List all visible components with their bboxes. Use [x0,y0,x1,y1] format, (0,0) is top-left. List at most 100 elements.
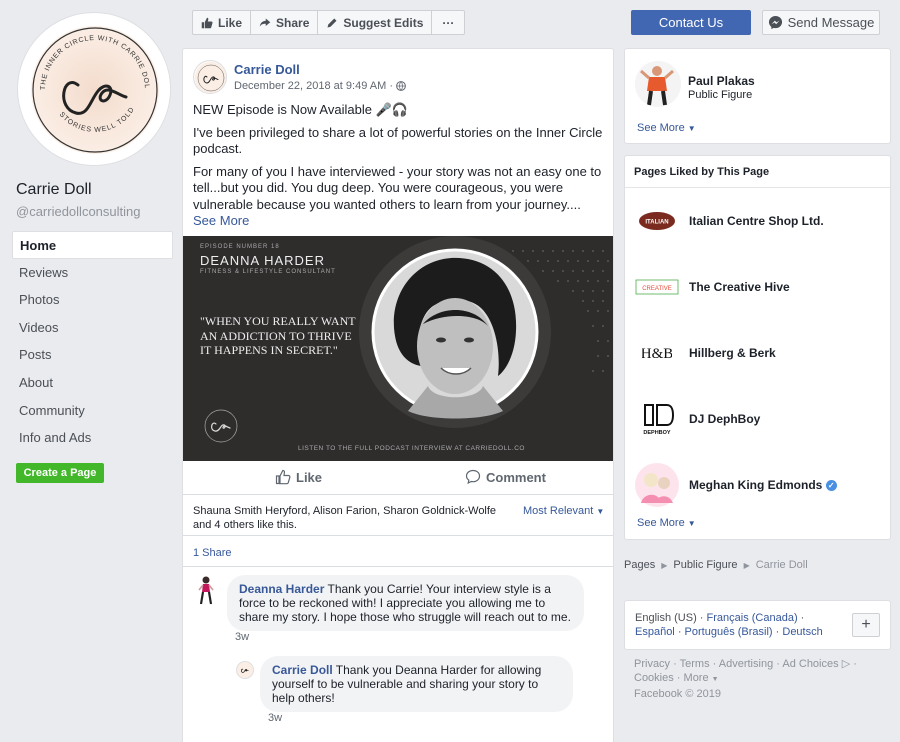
post-comment-button[interactable]: Comment [465,469,546,485]
nav-item-photos[interactable]: Photos [12,286,173,314]
reply-author-avatar[interactable] [236,661,254,679]
guest-quote: "WHEN YOU REALLY WANT AN ADDICTION TO TH… [200,314,356,357]
language-option[interactable]: Français (Canada) [707,612,798,624]
footer-link[interactable]: Privacy [634,658,670,670]
post-image[interactable]: EPISODE NUMBER 18 DEANNA HARDER FITNESS … [183,236,613,461]
breadcrumb-pages[interactable]: Pages [624,559,655,571]
page-name[interactable]: Carrie Doll [16,181,92,199]
liked-page-item[interactable]: Meghan King Edmonds ✓ [635,460,885,510]
liked-page-name: Hillberg & Berk [689,346,776,360]
post-see-more-link[interactable]: See More [193,213,249,228]
page-action-bar: Like Share Suggest Edits ··· [192,10,466,35]
ad-choices-icon: ▷ [841,658,851,670]
post-paragraph: NEW Episode is Now Available 🎤🎧 [193,102,408,117]
post-share-count[interactable]: 1 Share [193,547,232,559]
nav-item-info-and-ads[interactable]: Info and Ads [12,424,173,452]
language-selector-card: English (US) · Français (Canada) · Españ… [624,600,891,650]
see-more-label: See More [637,517,685,529]
see-more-label: See More [637,122,685,134]
more-options-button[interactable]: ··· [432,11,464,34]
reply-timestamp[interactable]: 3w [268,712,282,724]
liked-page-name: Meghan King Edmonds ✓ [689,478,837,492]
footer-link[interactable]: Cookies [634,672,674,684]
footer-link[interactable]: Terms [680,658,710,670]
breadcrumb-public-figure[interactable]: Public Figure [673,559,737,571]
nav-item-about[interactable]: About [12,369,173,397]
more-dots-icon: ··· [442,15,455,30]
comment-author[interactable]: Deanna Harder [239,582,324,596]
globe-icon [396,81,406,91]
commenter-avatar[interactable] [195,575,217,605]
listen-caption: LISTEN TO THE FULL PODCAST INTERVIEW AT … [298,445,525,452]
nav-item-home[interactable]: Home [12,231,173,259]
inner-circle-logo: THE INNER CIRCLE WITH CARRIE DOLL STORIE… [18,13,170,165]
comment-bubble: Deanna Harder Thank you Carrie! Your int… [227,575,584,631]
post-author-name[interactable]: Carrie Doll [234,62,300,77]
pages-liked-title: Pages Liked by This Page [634,166,770,178]
liked-page-item[interactable]: ITALIAN Italian Centre Shop Ltd. [635,196,885,246]
comment-bubble-icon [465,469,481,485]
nav-item-community[interactable]: Community [12,397,173,425]
featured-page-avatar[interactable] [635,61,681,107]
share-page-button[interactable]: Share [251,11,319,34]
language-list: English (US) · Français (Canada) · Españ… [635,612,823,638]
liked-see-more-link[interactable]: See More ▼ [637,517,696,529]
language-option[interactable]: Deutsch [782,626,822,638]
svg-text:DEPHBOY: DEPHBOY [643,430,671,436]
create-page-button[interactable]: Create a Page [16,463,104,483]
post-likers-summary[interactable]: Shauna Smith Heryford, Alison Farion, Sh… [193,504,513,532]
person-photo [635,61,681,107]
divider [183,494,613,495]
italian-centre-logo: ITALIAN [635,199,679,243]
post-paragraph: I've been privileged to share a lot of p… [193,124,603,157]
language-current: English (US) [635,612,697,624]
svg-text:H&B: H&B [642,346,672,362]
dj-dephboy-logo: DEPHBOY [635,397,679,441]
liked-page-item[interactable]: CREATIVE The Creative Hive [635,262,885,312]
episode-number: EPISODE NUMBER 18 [200,244,280,250]
liked-page-item[interactable]: H&B Hillberg & Berk [635,328,885,378]
reply-author[interactable]: Carrie Doll [272,663,333,677]
footer-link[interactable]: Advertising [719,658,773,670]
page-profile-picture[interactable]: THE INNER CIRCLE WITH CARRIE DOLL STORIE… [17,12,171,166]
creative-hive-logo: CREATIVE [635,265,679,309]
breadcrumb-separator-icon: ▶ [661,560,668,570]
page-handle: @carriedollconsulting [16,204,141,219]
suggest-edits-button[interactable]: Suggest Edits [318,11,433,34]
post-timestamp[interactable]: December 22, 2018 at 9:49 AM · [234,80,406,92]
meghan-king-avatar [635,463,679,507]
language-option[interactable]: Português (Brasil) [685,626,773,638]
post-paragraph: For many of you I have interviewed - you… [193,163,602,212]
inner-circle-logo-small [195,62,226,93]
post-author-avatar[interactable] [193,60,227,94]
send-message-button[interactable]: Send Message [762,10,880,35]
footer-copyright: Facebook © 2019 [634,688,721,700]
verified-badge-icon: ✓ [825,480,837,492]
guest-title: FITNESS & LIFESTYLE CONSULTANT [200,269,336,275]
comment-timestamp[interactable]: 3w [235,631,249,643]
comment-sort-dropdown[interactable]: Most Relevant ▼ [523,505,604,517]
language-option[interactable]: Español [635,626,675,638]
featured-see-more-link[interactable]: See More ▼ [637,122,696,134]
post-body: NEW Episode is Now Available 🎤🎧 I've bee… [193,102,605,230]
messenger-icon [768,15,782,30]
inner-circle-logo-tiny [241,668,249,673]
featured-page-category: Public Figure [688,89,753,101]
like-page-button[interactable]: Like [193,11,252,34]
caret-down-icon: ▼ [711,676,719,683]
liked-page-item[interactable]: DEPHBOY DJ DephBoy [635,394,885,444]
footer-link[interactable]: Ad Choices [782,658,838,670]
nav-item-posts[interactable]: Posts [12,341,173,369]
nav-item-reviews[interactable]: Reviews [12,259,173,287]
footer-link[interactable]: More [684,672,709,684]
caret-down-icon: ▼ [687,124,696,133]
like-page-label: Like [218,15,243,30]
liked-page-name: DJ DephBoy [689,412,761,426]
post-like-button[interactable]: Like [275,469,322,485]
divider [625,187,890,188]
breadcrumb-separator-icon: ▶ [743,560,750,570]
featured-page-name[interactable]: Paul Plakas [688,74,755,88]
nav-item-videos[interactable]: Videos [12,314,173,342]
contact-us-button[interactable]: Contact Us [631,10,751,35]
add-language-button[interactable]: + [852,613,880,637]
